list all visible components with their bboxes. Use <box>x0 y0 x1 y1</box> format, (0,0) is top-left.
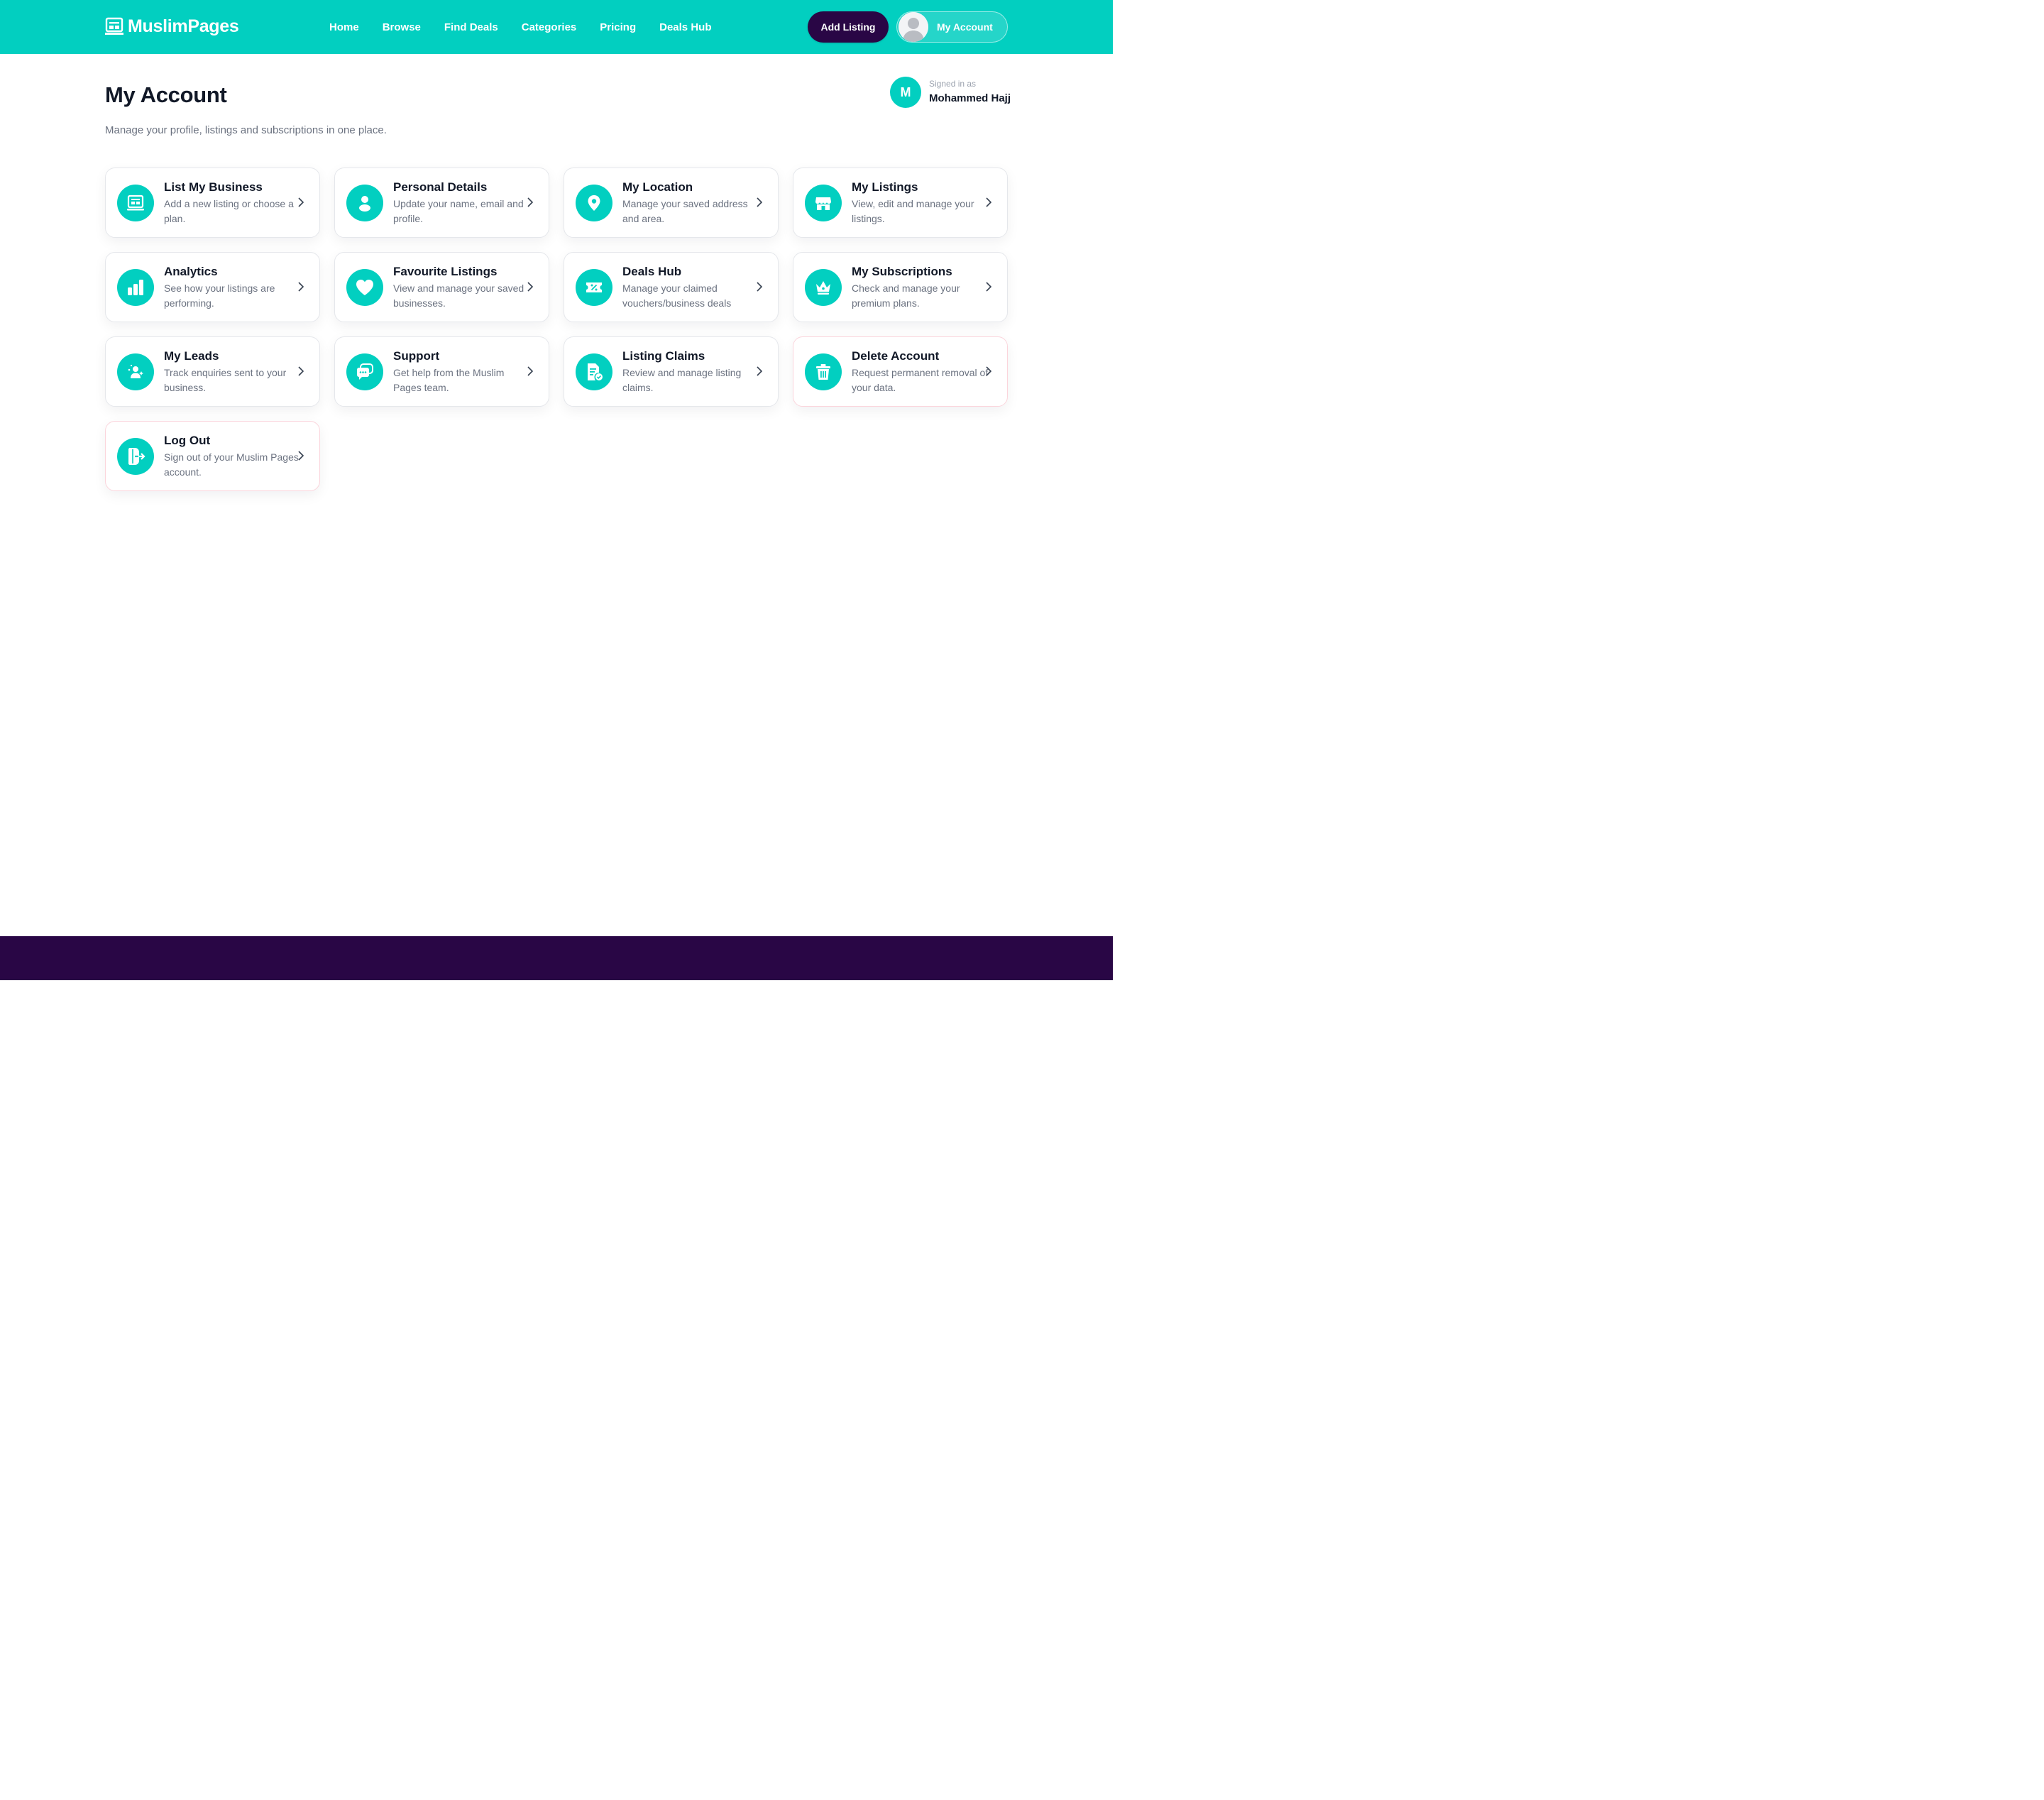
add-listing-button[interactable]: Add Listing <box>808 11 889 43</box>
my-account-button[interactable]: My Account <box>896 11 1008 43</box>
business-listing-icon <box>117 184 154 221</box>
card-deals-hub[interactable]: Deals Hub Manage your claimed vouchers/b… <box>564 252 779 322</box>
chevron-right-icon <box>527 366 534 376</box>
card-description: Add a new listing or choose a plan. <box>164 197 294 224</box>
signed-in-label: Signed in as <box>929 79 977 89</box>
card-description: Request permanent removal of your data. <box>852 366 989 393</box>
card-list-my-business[interactable]: List My Business Add a new listing or ch… <box>105 168 320 238</box>
storefront-icon <box>805 184 842 221</box>
card-title: Favourite Listings <box>393 264 498 278</box>
brand-name: MuslimPages <box>128 16 239 36</box>
chevron-right-icon <box>527 197 534 207</box>
card-title: My Leads <box>164 349 219 363</box>
location-pin-icon <box>576 184 612 221</box>
chevron-right-icon <box>986 282 992 292</box>
chevron-right-icon <box>298 366 304 376</box>
card-my-leads[interactable]: My Leads Track enquiries sent to your bu… <box>105 336 320 407</box>
logo[interactable]: MuslimPages <box>105 14 239 38</box>
card-analytics[interactable]: Analytics See how your listings are perf… <box>105 252 320 322</box>
bar-chart-icon <box>117 268 154 306</box>
logout-icon <box>117 437 154 475</box>
card-title: Deals Hub <box>622 264 682 278</box>
card-description: Update your name, email and profile. <box>393 197 524 224</box>
card-description: View, edit and manage your listings. <box>852 197 974 224</box>
card-title: Personal Details <box>393 180 488 194</box>
card-my-location[interactable]: My Location Manage your saved address an… <box>564 168 779 238</box>
card-description: View and manage your saved businesses. <box>393 282 524 309</box>
default-avatar-icon <box>899 12 928 42</box>
card-title: Analytics <box>164 264 218 278</box>
footer <box>0 936 1113 980</box>
card-title: Listing Claims <box>622 349 705 363</box>
chevron-right-icon <box>757 197 763 207</box>
card-support[interactable]: Support Get help from the Muslim Pages t… <box>334 336 549 407</box>
card-favourite-listings[interactable]: Favourite Listings View and manage your … <box>334 252 549 322</box>
card-listing-claims[interactable]: Listing Claims Review and manage listing… <box>564 336 779 407</box>
signed-in-name: Mohammed Hajj <box>929 92 1011 104</box>
nav-pricing[interactable]: Pricing <box>600 21 636 33</box>
nav-find-deals[interactable]: Find Deals <box>444 21 498 33</box>
card-personal-details[interactable]: Personal Details Update your name, email… <box>334 168 549 238</box>
page-title: My Account <box>105 82 227 107</box>
card-my-listings[interactable]: My Listings View, edit and manage your l… <box>793 168 1008 238</box>
card-description: Manage your saved address and area. <box>622 197 748 224</box>
card-description: Review and manage listing claims. <box>622 366 742 393</box>
card-description: See how your listings are performing. <box>164 282 275 309</box>
chevron-right-icon <box>986 197 992 207</box>
card-title: Support <box>393 349 440 363</box>
card-delete-account[interactable]: Delete Account Request permanent removal… <box>793 336 1008 407</box>
card-description: Manage your claimed vouchers/business de… <box>622 282 732 309</box>
account-options-grid: List My Business Add a new listing or ch… <box>105 168 1008 491</box>
leads-icon <box>117 353 154 390</box>
chevron-right-icon <box>298 282 304 292</box>
nav-home[interactable]: Home <box>329 21 359 33</box>
logo-icon <box>105 17 123 35</box>
nav-browse[interactable]: Browse <box>383 21 421 33</box>
chevron-right-icon <box>298 451 304 461</box>
chat-bubbles-icon <box>346 353 383 390</box>
card-title: Log Out <box>164 433 211 447</box>
card-title: My Location <box>622 180 693 194</box>
chevron-right-icon <box>757 366 763 376</box>
card-title: My Subscriptions <box>852 264 952 278</box>
document-check-icon <box>576 353 612 390</box>
signed-in-user: M Signed in as Mohammed Hajj <box>890 77 1011 108</box>
top-navbar: MuslimPages Home Browse Find Deals Categ… <box>0 0 1113 54</box>
card-title: List My Business <box>164 180 263 194</box>
heart-icon <box>346 268 383 306</box>
chevron-right-icon <box>527 282 534 292</box>
chevron-right-icon <box>757 282 763 292</box>
nav-categories[interactable]: Categories <box>522 21 577 33</box>
crown-icon <box>805 268 842 306</box>
chevron-right-icon <box>298 197 304 207</box>
card-description: Track enquiries sent to your business. <box>164 366 287 393</box>
card-description: Get help from the Muslim Pages team. <box>393 366 505 393</box>
page-subtitle: Manage your profile, listings and subscr… <box>105 124 387 136</box>
chevron-right-icon <box>986 366 992 376</box>
card-title: My Listings <box>852 180 918 194</box>
card-description: Sign out of your Muslim Pages account. <box>164 451 299 478</box>
main-nav: Home Browse Find Deals Categories Pricin… <box>329 0 711 54</box>
card-my-subscriptions[interactable]: My Subscriptions Check and manage your p… <box>793 252 1008 322</box>
nav-deals-hub[interactable]: Deals Hub <box>659 21 711 33</box>
user-initial-avatar: M <box>890 77 921 108</box>
card-description: Check and manage your premium plans. <box>852 282 960 309</box>
avatar <box>899 12 928 42</box>
trash-icon <box>805 353 842 390</box>
card-log-out[interactable]: Log Out Sign out of your Muslim Pages ac… <box>105 421 320 491</box>
card-title: Delete Account <box>852 349 940 363</box>
my-account-label: My Account <box>937 21 993 33</box>
user-icon <box>346 184 383 221</box>
voucher-icon <box>576 268 612 306</box>
